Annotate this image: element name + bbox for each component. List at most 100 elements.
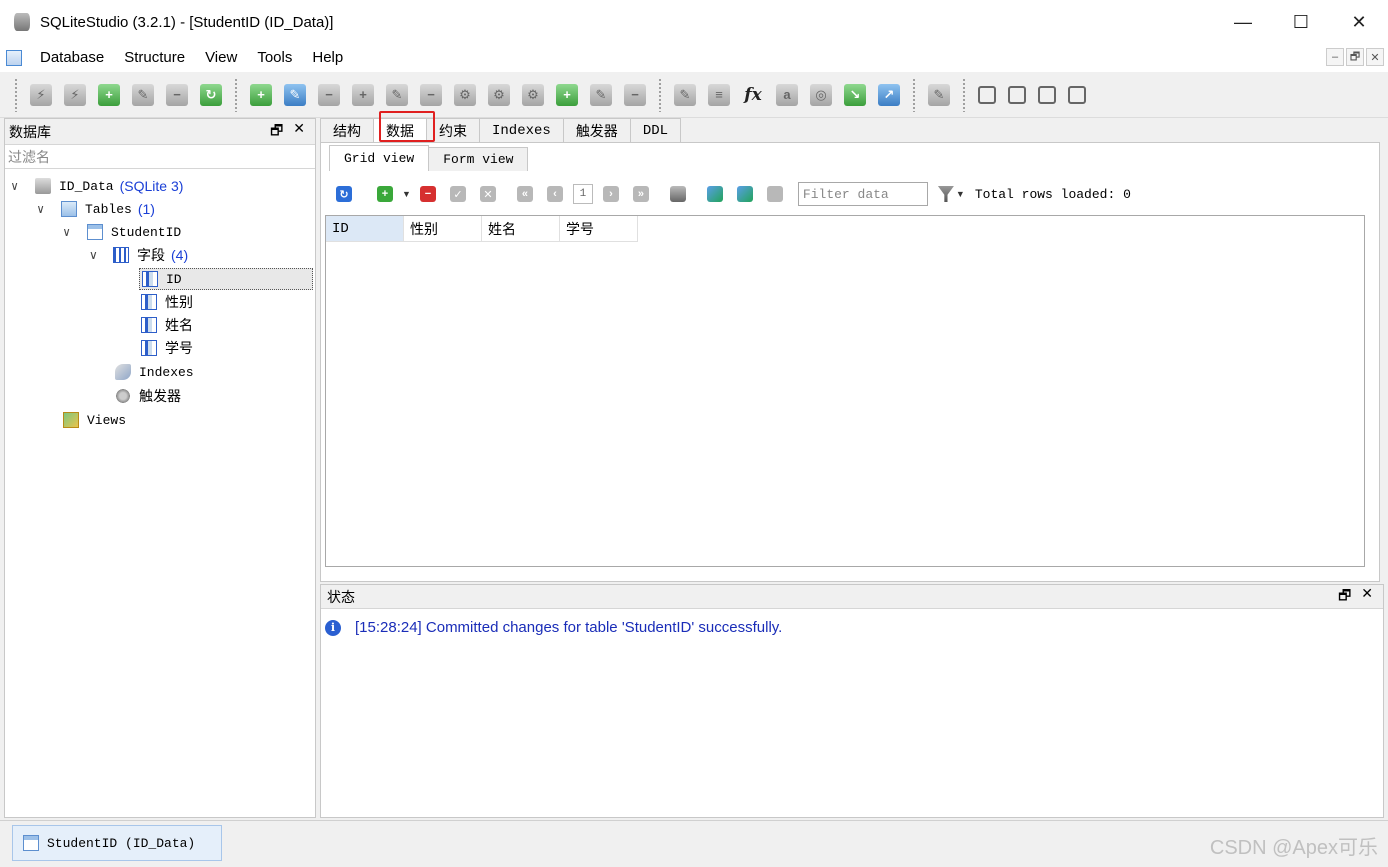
- mdi-close-button[interactable]: ✕: [1366, 48, 1384, 66]
- rollback-icon[interactable]: ✕: [479, 186, 496, 202]
- subtab-form-view[interactable]: Form view: [428, 147, 529, 171]
- database-dock: 数据库 🗗 ✕ 过滤名 ∨ ID_Data (SQLite 3) ∨ Table…: [4, 118, 316, 818]
- import-icon[interactable]: ↘: [844, 83, 866, 106]
- refresh-database-icon[interactable]: ↻: [200, 83, 222, 106]
- import-data-icon[interactable]: [706, 186, 723, 202]
- edit-table-icon[interactable]: ✎: [284, 83, 306, 106]
- create-table-icon[interactable]: +: [250, 83, 272, 106]
- commit-icon[interactable]: ✓: [449, 186, 466, 202]
- previous-page-icon[interactable]: ‹: [546, 186, 563, 202]
- toolbar-grip[interactable]: [14, 77, 18, 112]
- filter-dropdown-icon[interactable]: ▼: [956, 189, 965, 199]
- tile-vertical-icon[interactable]: [1038, 85, 1056, 104]
- edit-trigger-icon[interactable]: ⚙: [488, 83, 510, 106]
- tree-item-triggers[interactable]: 触发器: [115, 385, 181, 407]
- table-window-icon[interactable]: [6, 50, 22, 66]
- float-dock-icon[interactable]: 🗗: [270, 120, 283, 144]
- tree-item-column-gender[interactable]: 性别: [141, 291, 193, 313]
- close-dock-icon[interactable]: ✕: [1361, 585, 1373, 609]
- disconnect-database-icon[interactable]: ⚡: [64, 83, 86, 106]
- mdi-minimize-button[interactable]: –: [1326, 48, 1344, 66]
- tile-horizontal-icon[interactable]: [1008, 85, 1026, 104]
- edit-index-icon[interactable]: ✎: [386, 83, 408, 106]
- menu-tools[interactable]: Tools: [247, 44, 302, 72]
- first-page-icon[interactable]: «: [516, 186, 533, 202]
- delete-view-icon[interactable]: −: [624, 83, 646, 106]
- page-number[interactable]: 1: [572, 184, 593, 204]
- export-data-icon[interactable]: [736, 186, 753, 202]
- chevron-down-icon[interactable]: ∨: [89, 248, 103, 262]
- chevron-down-icon[interactable]: ∨: [37, 202, 51, 217]
- subtab-grid-view[interactable]: Grid view: [329, 145, 430, 171]
- tree-item-column-student-number[interactable]: 学号: [141, 337, 193, 359]
- tile-windows-icon[interactable]: [978, 85, 996, 104]
- column-header-name[interactable]: 姓名: [482, 216, 560, 242]
- toolbar-grip[interactable]: [658, 77, 662, 112]
- column-name: 姓名: [165, 317, 193, 333]
- insert-row-dropdown-icon[interactable]: ▼: [402, 189, 411, 199]
- mdi-restore-button[interactable]: 🗗: [1346, 48, 1364, 66]
- ddl-history-icon[interactable]: ≡: [708, 83, 730, 106]
- populate-icon[interactable]: [766, 186, 783, 202]
- tree-item-indexes[interactable]: Indexes: [115, 361, 194, 383]
- tree-item-database[interactable]: ∨ ID_Data (SQLite 3): [11, 175, 183, 197]
- minimize-button[interactable]: —: [1214, 0, 1272, 44]
- chevron-down-icon[interactable]: ∨: [63, 225, 77, 240]
- config-wrench-icon[interactable]: ✎: [928, 83, 950, 106]
- collations-icon[interactable]: a: [776, 83, 798, 106]
- menu-structure[interactable]: Structure: [114, 44, 195, 72]
- close-button[interactable]: ✕: [1330, 0, 1388, 44]
- delete-trigger-icon[interactable]: ⚙: [522, 83, 544, 106]
- remove-database-icon[interactable]: −: [166, 83, 188, 106]
- sql-functions-icon[interactable]: fx: [742, 84, 764, 106]
- column-header-id[interactable]: ID: [326, 216, 404, 242]
- tab-structure[interactable]: 结构: [320, 118, 374, 142]
- close-dock-icon[interactable]: ✕: [293, 120, 305, 144]
- tree-filter-input[interactable]: 过滤名: [5, 145, 315, 169]
- create-trigger-icon[interactable]: ⚙: [454, 83, 476, 106]
- column-header-student-number[interactable]: 学号: [560, 216, 638, 242]
- insert-row-icon[interactable]: +: [377, 186, 393, 202]
- toolbar-grip[interactable]: [912, 77, 916, 112]
- delete-table-icon[interactable]: −: [318, 83, 340, 106]
- data-grid[interactable]: ID 性别 姓名 学号: [325, 215, 1365, 567]
- print-icon[interactable]: [669, 186, 686, 202]
- menu-view[interactable]: View: [195, 44, 247, 72]
- tree-item-columns[interactable]: ∨ 字段 (4): [89, 244, 188, 266]
- refresh-data-icon[interactable]: ↻: [336, 186, 352, 202]
- tab-indexes[interactable]: Indexes: [479, 118, 564, 142]
- filter-funnel-icon[interactable]: [937, 186, 954, 202]
- export-icon[interactable]: ↗: [878, 83, 900, 106]
- menu-help[interactable]: Help: [302, 44, 353, 72]
- last-page-icon[interactable]: »: [632, 186, 649, 202]
- connect-database-icon[interactable]: ⚡: [30, 83, 52, 106]
- delete-index-icon[interactable]: −: [420, 83, 442, 106]
- extensions-icon[interactable]: ◎: [810, 83, 832, 106]
- tab-triggers[interactable]: 触发器: [562, 118, 631, 142]
- tree-item-column-name[interactable]: 姓名: [141, 314, 193, 336]
- column-name: ID: [166, 271, 182, 287]
- menu-database[interactable]: Database: [30, 44, 114, 72]
- tree-item-table-studentid[interactable]: ∨ StudentID: [63, 221, 181, 243]
- maximize-button[interactable]: ☐: [1272, 0, 1330, 44]
- add-database-icon[interactable]: +: [98, 83, 120, 106]
- window-button-studentid[interactable]: StudentID (ID_Data): [12, 825, 222, 861]
- toolbar-grip[interactable]: [962, 77, 966, 112]
- tree-item-tables[interactable]: ∨ Tables (1): [37, 198, 155, 220]
- edit-view-icon[interactable]: ✎: [590, 83, 612, 106]
- tab-ddl[interactable]: DDL: [629, 118, 682, 142]
- cascade-windows-icon[interactable]: [1068, 85, 1086, 104]
- tree-item-views[interactable]: Views: [63, 409, 126, 431]
- chevron-down-icon[interactable]: ∨: [11, 179, 25, 194]
- edit-database-icon[interactable]: ✎: [132, 83, 154, 106]
- create-index-icon[interactable]: +: [352, 83, 374, 106]
- delete-row-icon[interactable]: −: [419, 186, 436, 202]
- next-page-icon[interactable]: ›: [602, 186, 619, 202]
- column-header-gender[interactable]: 性别: [404, 216, 482, 242]
- tree-item-column-id[interactable]: ID: [139, 268, 313, 290]
- open-sql-editor-icon[interactable]: ✎: [674, 83, 696, 106]
- float-dock-icon[interactable]: 🗗: [1338, 585, 1351, 609]
- toolbar-grip[interactable]: [234, 77, 238, 112]
- create-view-icon[interactable]: +: [556, 83, 578, 106]
- filter-data-input[interactable]: Filter data: [797, 182, 928, 206]
